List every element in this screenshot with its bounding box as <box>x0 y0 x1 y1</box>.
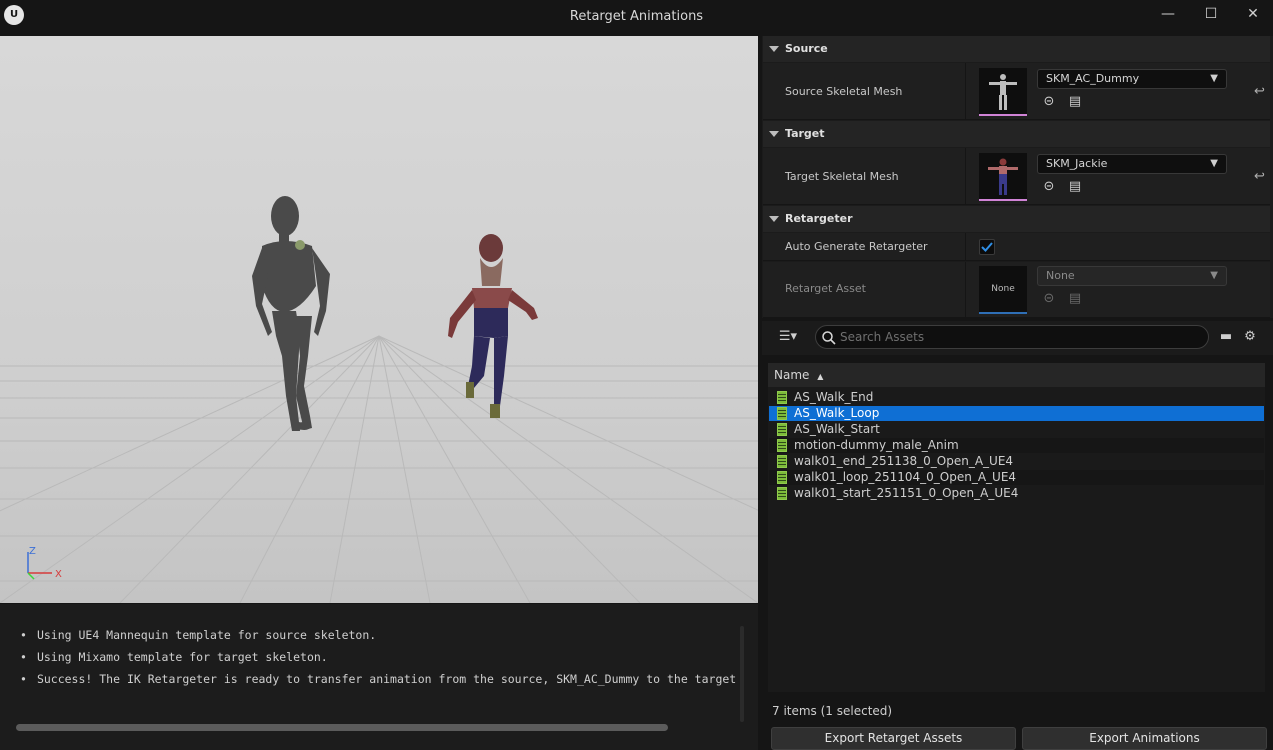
folder-icon[interactable]: ▬ <box>1218 329 1234 345</box>
chevron-down-icon: ▼ <box>1210 270 1218 281</box>
animation-asset-icon <box>777 391 787 404</box>
asset-name: AS_Walk_Loop <box>794 406 880 420</box>
row-divider <box>965 148 966 204</box>
source-mesh-row: Source Skeletal Mesh SKM_AC_Dummy ▼ ⊝ ▤ <box>763 63 1270 120</box>
asset-name: walk01_end_251138_0_Open_A_UE4 <box>794 454 1014 468</box>
auto-generate-label: Auto Generate Retargeter <box>785 240 928 253</box>
asset-name: AS_Walk_Start <box>794 422 880 436</box>
retarget-asset-row: Retarget Asset None None ▼ ⊝ ▤ <box>763 262 1270 318</box>
preview-viewport[interactable]: Z X <box>0 36 758 603</box>
row-divider <box>965 233 966 260</box>
column-name-label: Name <box>774 368 810 382</box>
target-mesh-thumbnail[interactable] <box>979 153 1027 201</box>
retarget-asset-dropdown[interactable]: None ▼ <box>1037 266 1227 286</box>
source-mesh-label: Source Skeletal Mesh <box>785 85 903 98</box>
list-item[interactable]: walk01_start_251151_0_Open_A_UE4 <box>769 486 1264 501</box>
auto-generate-row: Auto Generate Retargeter <box>763 233 1270 261</box>
animation-asset-icon <box>777 439 787 452</box>
axis-z-label: Z <box>29 546 36 557</box>
log-line: Using Mixamo template for target skeleto… <box>20 646 742 668</box>
chevron-down-icon: ▼ <box>1210 73 1218 84</box>
browse-arrow-icon[interactable]: ⊝ <box>1041 179 1057 195</box>
search-box[interactable] <box>815 325 1209 349</box>
export-retarget-assets-button[interactable]: Export Retarget Assets <box>771 727 1016 750</box>
minimize-button[interactable]: — <box>1148 2 1188 26</box>
reset-arrow-icon[interactable]: ↩ <box>1254 84 1265 99</box>
target-mesh-label: Target Skeletal Mesh <box>785 170 899 183</box>
log-line: Success! The IK Retargeter is ready to t… <box>20 668 742 690</box>
gear-icon[interactable]: ⚙ <box>1242 329 1258 345</box>
target-mesh-dropdown[interactable]: SKM_Jackie ▼ <box>1037 154 1227 174</box>
log-lines: Using UE4 Mannequin template for source … <box>20 624 742 690</box>
asset-name: motion-dummy_male_Anim <box>794 438 959 452</box>
retarget-asset-thumbnail[interactable]: None <box>979 266 1027 314</box>
target-mesh-row: Target Skeletal Mesh SKM_Jackie ▼ ⊝ ▤ <box>763 148 1270 205</box>
viewport-scene: Z X <box>0 196 758 603</box>
log-line: Using UE4 Mannequin template for source … <box>20 624 742 646</box>
reset-arrow-icon[interactable]: ↩ <box>1254 169 1265 184</box>
close-button[interactable]: ✕ <box>1233 2 1273 26</box>
browse-arrow-icon[interactable]: ⊝ <box>1041 94 1057 110</box>
source-mesh-thumbnail[interactable] <box>979 68 1027 116</box>
category-source[interactable]: Source <box>763 36 1270 62</box>
source-mesh-value: SKM_AC_Dummy <box>1046 72 1140 85</box>
category-target[interactable]: Target <box>763 121 1270 147</box>
target-mesh-value: SKM_Jackie <box>1046 157 1108 170</box>
animation-asset-icon <box>777 423 787 436</box>
search-icon <box>822 331 836 345</box>
list-item[interactable]: AS_Walk_Start <box>769 422 1264 437</box>
log-vertical-scrollbar[interactable] <box>740 626 744 722</box>
auto-generate-checkbox[interactable] <box>979 239 995 255</box>
checkmark-icon <box>981 242 993 252</box>
list-item[interactable]: AS_Walk_End <box>769 390 1264 405</box>
retarget-asset-value: None <box>1046 269 1075 282</box>
asset-name: AS_Walk_End <box>794 390 874 404</box>
retarget-asset-label: Retarget Asset <box>785 282 866 295</box>
source-mesh-dropdown[interactable]: SKM_AC_Dummy ▼ <box>1037 69 1227 89</box>
source-mannequin <box>252 196 330 431</box>
column-header-name[interactable]: Name ▲ <box>768 363 1265 387</box>
animation-asset-icon <box>777 407 787 420</box>
folder-search-icon[interactable]: ▤ <box>1067 94 1083 110</box>
animation-asset-icon <box>777 487 787 500</box>
asset-name: walk01_start_251151_0_Open_A_UE4 <box>794 486 1019 500</box>
log-horizontal-scrollbar[interactable] <box>16 724 668 731</box>
row-divider <box>965 262 966 317</box>
mannequin-thumbnail-icon <box>989 74 1017 110</box>
maximize-button[interactable]: ☐ <box>1191 2 1231 26</box>
chevron-down-icon: ▼ <box>1210 158 1218 169</box>
browse-arrow-icon[interactable]: ⊝ <box>1041 291 1057 307</box>
folder-search-icon[interactable]: ▤ <box>1067 291 1083 307</box>
filter-icon[interactable]: ☰▾ <box>774 329 802 345</box>
list-item[interactable]: walk01_end_251138_0_Open_A_UE4 <box>769 454 1264 469</box>
item-count-status: 7 items (1 selected) <box>772 704 893 718</box>
category-retargeter[interactable]: Retargeter <box>763 206 1270 232</box>
asset-name: walk01_loop_251104_0_Open_A_UE4 <box>794 470 1017 484</box>
animation-asset-icon <box>777 471 787 484</box>
animation-asset-icon <box>777 455 787 468</box>
target-character <box>448 234 538 418</box>
list-item[interactable]: motion-dummy_male_Anim <box>769 438 1264 453</box>
title-bar: U Retarget Animations — ☐ ✕ <box>0 0 1273 34</box>
list-item[interactable]: walk01_loop_251104_0_Open_A_UE4 <box>769 470 1264 485</box>
export-animations-button[interactable]: Export Animations <box>1022 727 1267 750</box>
window-title: Retarget Animations <box>569 9 704 24</box>
search-input[interactable] <box>840 329 1200 345</box>
list-item-selected[interactable]: AS_Walk_Loop <box>769 406 1264 421</box>
folder-search-icon[interactable]: ▤ <box>1067 179 1083 195</box>
floor-grid <box>0 335 758 603</box>
character-thumbnail-icon <box>988 158 1018 195</box>
sort-ascending-icon: ▲ <box>817 372 824 381</box>
axis-x-label: X <box>55 569 62 580</box>
row-divider <box>965 63 966 119</box>
